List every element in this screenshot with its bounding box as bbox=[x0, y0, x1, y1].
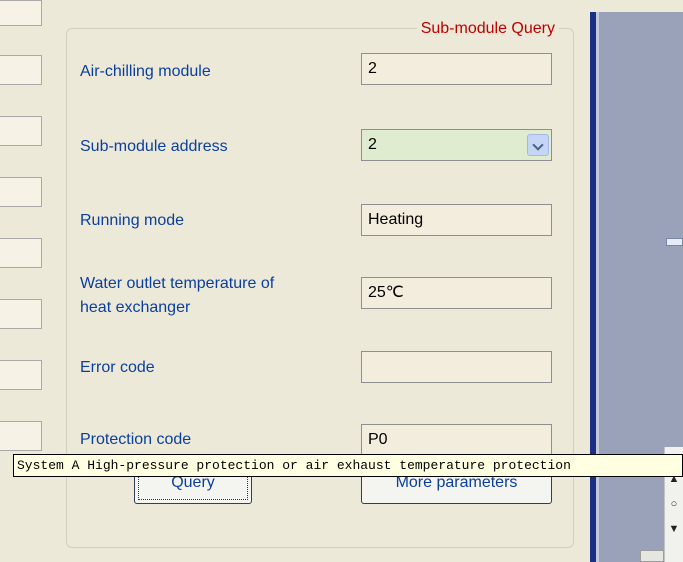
group-title: Sub-module Query bbox=[416, 19, 559, 39]
air-chilling-module-field[interactable]: 2 bbox=[361, 53, 552, 85]
left-field-8[interactable] bbox=[0, 421, 42, 451]
right-panel-edge bbox=[596, 12, 599, 562]
chevron-down-icon[interactable] bbox=[527, 134, 549, 156]
left-field-column bbox=[0, 0, 50, 562]
sub-module-address-value: 2 bbox=[368, 136, 377, 153]
water-outlet-temp-label-line2: heat exchanger bbox=[80, 299, 191, 316]
left-field-7[interactable] bbox=[0, 360, 42, 390]
left-field-6[interactable] bbox=[0, 299, 42, 329]
scroll-down-icon[interactable]: ▼ bbox=[668, 523, 680, 535]
sub-module-address-select[interactable]: 2 bbox=[361, 129, 552, 161]
scrollbar-corner bbox=[640, 550, 664, 562]
left-field-2[interactable] bbox=[0, 55, 42, 85]
left-field-3[interactable] bbox=[0, 116, 42, 146]
sub-module-address-label: Sub-module address bbox=[80, 138, 228, 155]
error-code-label: Error code bbox=[80, 359, 155, 376]
running-mode-field[interactable]: Heating bbox=[361, 204, 552, 236]
splitter-handle[interactable] bbox=[666, 238, 683, 246]
protection-code-tooltip: System A High-pressure protection or air… bbox=[13, 454, 683, 477]
left-field-4[interactable] bbox=[0, 177, 42, 207]
protection-code-label: Protection code bbox=[80, 431, 192, 448]
running-mode-label: Running mode bbox=[80, 212, 185, 229]
error-code-field[interactable] bbox=[361, 351, 552, 383]
air-chilling-module-label: Air-chilling module bbox=[80, 63, 211, 80]
scroll-thumb-icon[interactable]: ○ bbox=[668, 498, 680, 510]
left-field-1[interactable] bbox=[0, 0, 42, 26]
left-field-5[interactable] bbox=[0, 238, 42, 268]
protection-code-field[interactable]: P0 bbox=[361, 424, 552, 456]
water-outlet-temp-label-line1: Water outlet temperature of bbox=[80, 275, 275, 292]
water-outlet-temp-field[interactable]: 25℃ bbox=[361, 277, 552, 309]
